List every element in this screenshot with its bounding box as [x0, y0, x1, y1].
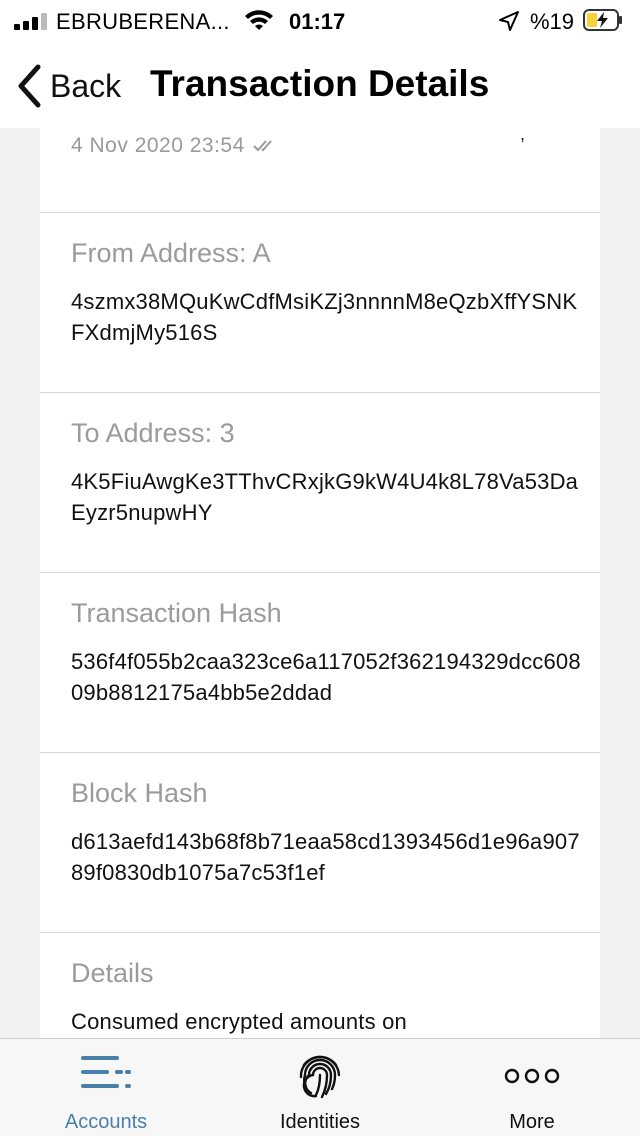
from-address-value[interactable]: 4szmx38MQuKwCdfMsiKZj3nnnnM8eQzbXffYSNKF… — [71, 286, 581, 348]
battery-percent: %19 — [530, 9, 575, 34]
back-label: Back — [50, 67, 122, 104]
double-check-icon — [253, 140, 272, 152]
details-section: Details Consumed encrypted amounts on — [71, 956, 581, 1037]
divider — [40, 752, 600, 753]
to-address-label: To Address: 3 — [71, 418, 235, 448]
divider — [40, 212, 600, 213]
timestamp-row: 4 Nov 2020 23:54 — [71, 134, 279, 158]
tab-more[interactable]: More — [452, 1039, 612, 1136]
transaction-hash-section: Transaction Hash 536f4f055b2caa323ce6a11… — [71, 596, 581, 708]
clipped-text-fragment: , — [520, 128, 526, 144]
tab-more-label: More — [509, 1111, 555, 1133]
transaction-timestamp: 4 Nov 2020 23:54 — [71, 134, 245, 157]
divider — [40, 392, 600, 393]
details-label: Details — [71, 958, 154, 988]
tab-identities-label: Identities — [279, 1111, 361, 1133]
status-time: 01:17 — [289, 9, 346, 34]
from-address-label: From Address: A — [71, 238, 271, 268]
details-value: Consumed encrypted amounts on — [71, 1009, 407, 1034]
transaction-hash-label: Transaction Hash — [71, 598, 282, 628]
accounts-list-icon — [81, 1056, 131, 1088]
divider — [40, 932, 600, 933]
to-address-section: To Address: 3 4K5FiuAwgKe3TThvCRxjkG9kW4… — [71, 416, 581, 528]
transaction-hash-value[interactable]: 536f4f055b2caa323ce6a117052f362194329dcc… — [71, 646, 581, 708]
more-dots-icon — [504, 1068, 560, 1084]
back-button[interactable]: Back — [16, 62, 121, 110]
location-arrow-icon — [499, 11, 519, 31]
transaction-details-scroll[interactable]: , 4 Nov 2020 23:54 From Address: A 4szmx… — [0, 128, 640, 1038]
cellular-signal-icon — [14, 12, 48, 30]
page-title: Transaction Details — [150, 63, 490, 104]
block-hash-value[interactable]: d613aefd143b68f8b71eaa58cd1393456d1e96a9… — [71, 826, 581, 888]
from-address-section: From Address: A 4szmx38MQuKwCdfMsiKZj3nn… — [71, 236, 581, 348]
chevron-left-icon — [18, 64, 41, 108]
screen: EBRUBERENA... 01:17 %19 Back Transaction… — [0, 0, 640, 1136]
tab-bar: Accounts Identities More — [0, 1038, 640, 1136]
tab-accounts-label: Accounts — [64, 1111, 148, 1133]
battery-charging-icon — [583, 9, 622, 31]
to-address-value[interactable]: 4K5FiuAwgKe3TThvCRxjkG9kW4U4k8L78Va53DaE… — [71, 466, 581, 528]
tab-identities[interactable]: Identities — [240, 1039, 400, 1136]
transaction-card: , 4 Nov 2020 23:54 From Address: A 4szmx… — [40, 128, 600, 1038]
carrier-name: EBRUBERENA... — [56, 9, 230, 34]
navigation-bar: Back Transaction Details — [0, 44, 640, 128]
wifi-icon — [245, 10, 273, 30]
block-hash-section: Block Hash d613aefd143b68f8b71eaa58cd139… — [71, 776, 581, 888]
block-hash-label: Block Hash — [71, 778, 208, 808]
tab-accounts[interactable]: Accounts — [26, 1039, 186, 1136]
divider — [40, 572, 600, 573]
status-bar: EBRUBERENA... 01:17 %19 — [0, 0, 640, 44]
fingerprint-icon — [299, 1055, 341, 1099]
